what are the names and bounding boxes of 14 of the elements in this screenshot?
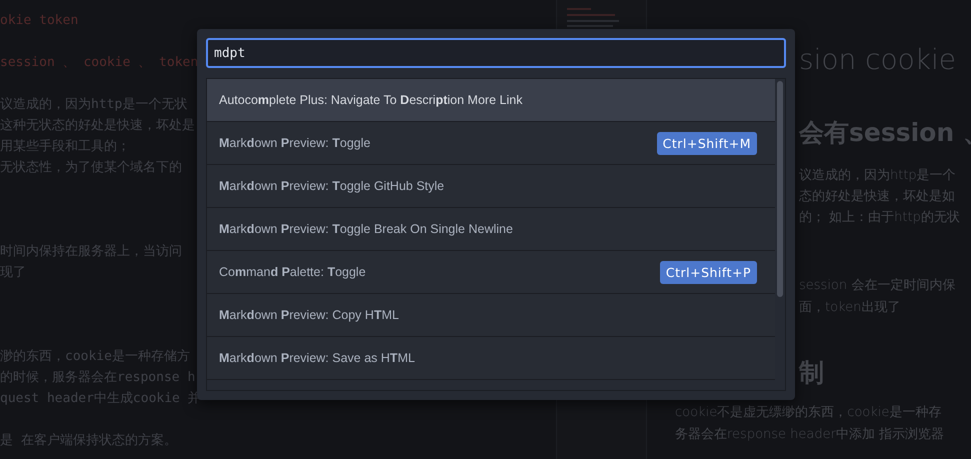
keybinding-badge: Ctrl+Shift+M [656,132,757,154]
command-label: Markdown Preview: Save as HTML [219,351,415,365]
command-label: Markdown Preview: Toggle Break On Single Newline [219,222,513,236]
command-label: Markdown Preview: Toggle [219,136,370,150]
command-label: Autocomplete Plus: Navigate To Description More Link [219,93,522,107]
code-heading-line: okie token [0,12,78,30]
code-heading-line: session 、 cookie 、 token [0,54,198,72]
command-label: Markdown Preview: Toggle GitHub Style [219,179,444,193]
keybinding-badge: Ctrl+Shift+P [660,260,757,284]
command-label: Markdown Preview: Copy HTML [219,308,399,322]
search-field[interactable]: mdpt [206,38,786,68]
command-label: Command Palette: Toggle [219,265,366,279]
command-item[interactable]: Autocomplete Plus: Navigate To Description More Link [207,79,775,122]
scrollbar-thumb[interactable] [777,81,783,297]
